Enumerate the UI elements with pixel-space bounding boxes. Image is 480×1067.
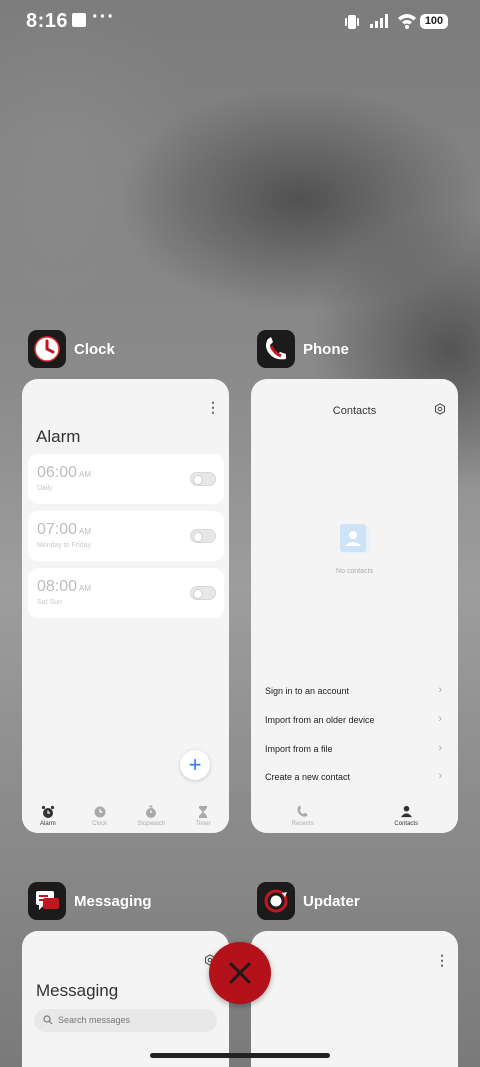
messaging-app-name: Messaging (74, 892, 152, 910)
updater-app-name: Updater (303, 892, 360, 910)
alarm-toggle[interactable] (190, 529, 216, 543)
option-label: Create a new contact (265, 772, 351, 782)
empty-state-text: No contacts (336, 568, 373, 575)
status-time: 8:16 (26, 10, 69, 32)
chevron-right-icon: › (438, 742, 442, 754)
tab-stopwatch[interactable]: Stopwatch (126, 799, 178, 833)
battery-icon: 100 (420, 14, 448, 29)
stopwatch-icon (126, 805, 178, 819)
tab-label: Clock (92, 821, 108, 827)
option-label: Import from a file (265, 744, 333, 754)
home-indicator[interactable] (150, 1053, 330, 1058)
alarm-toggle[interactable] (190, 586, 216, 600)
vibrate-icon (345, 15, 359, 29)
search-icon (43, 1015, 53, 1025)
phone-app-header[interactable]: Phone (257, 330, 349, 368)
clear-all-button[interactable] (209, 942, 271, 1004)
tab-label: Stopwatch (137, 821, 166, 827)
clock-app-header[interactable]: Clock (28, 330, 115, 368)
updater-app-icon (257, 882, 295, 920)
alarm-item[interactable]: 08:00 AM Sat Sun (28, 568, 224, 618)
alarm-time: 07:00 (37, 521, 78, 538)
tab-label: Timer (195, 821, 211, 827)
close-icon (229, 962, 251, 984)
alarm-ampm: AM (79, 470, 92, 479)
alarm-time: 06:00 (37, 464, 78, 481)
updater-app-header[interactable]: Updater (257, 882, 360, 920)
option-label: Sign in to an account (265, 686, 350, 696)
wifi-icon (398, 14, 416, 29)
alarm-item[interactable]: 07:00 AM Monday to Friday (28, 511, 224, 561)
signal-icon (370, 14, 388, 28)
phone-app-icon (257, 330, 295, 368)
alarm-item[interactable]: 06:00 AM Daily (28, 454, 224, 504)
more-options-icon[interactable]: ⋮ (206, 399, 220, 416)
alarm-toggle[interactable] (190, 472, 216, 486)
contact-card-icon (340, 524, 369, 554)
updater-app-card[interactable]: ⋮ (251, 931, 458, 1067)
alarm-repeat: Daily (37, 485, 53, 492)
clock-app-name: Clock (74, 340, 115, 358)
phone-app-name: Phone (303, 340, 349, 358)
search-input[interactable]: Search messages (34, 1009, 217, 1032)
messaging-title: Messaging (36, 981, 119, 1000)
contacts-title: Contacts (332, 405, 377, 417)
alarm-repeat: Sat Sun (37, 599, 62, 606)
messaging-app-header[interactable]: Messaging (28, 882, 152, 920)
clock-tab-bar: Alarm Clock Stopwatch Timer (22, 799, 229, 833)
phone-app-card[interactable]: Contacts No contacts Sign in to an accou… (251, 379, 458, 833)
alarm-time: 08:00 (37, 578, 78, 595)
chevron-right-icon: › (438, 770, 442, 782)
tab-clock[interactable]: Clock (74, 799, 126, 833)
chevron-right-icon: › (438, 713, 442, 725)
status-bar: 8:16 ··· 100 (0, 0, 480, 44)
tab-recents[interactable]: Recents (251, 799, 355, 833)
alarm-title: Alarm (36, 427, 81, 446)
messaging-app-icon (28, 882, 66, 920)
clock-icon (74, 805, 126, 819)
person-icon (355, 805, 459, 819)
search-placeholder: Search messages (58, 1015, 131, 1025)
phone-tab-bar: Recents Contacts (251, 799, 458, 833)
tab-label: Contacts (394, 821, 419, 827)
notification-icon (72, 13, 86, 27)
alarm-icon (22, 805, 74, 819)
clock-app-card[interactable]: ⋮ Alarm 06:00 AM Daily 07:00 AM Monday to … (22, 379, 229, 833)
messaging-app-card[interactable]: Messaging Search messages (22, 931, 229, 1067)
add-alarm-button[interactable]: + (180, 750, 210, 780)
clock-app-icon (28, 330, 66, 368)
more-options-icon[interactable]: ⋮ (435, 952, 449, 969)
tab-contacts[interactable]: Contacts (355, 799, 459, 833)
chevron-right-icon: › (438, 684, 442, 696)
more-notifications-icon: ··· (92, 6, 115, 28)
tab-label: Recents (291, 821, 314, 827)
phone-icon (251, 805, 355, 819)
alarm-repeat: Monday to Friday (37, 542, 92, 549)
alarm-ampm: AM (79, 584, 92, 593)
tab-label: Alarm (40, 821, 56, 827)
tab-alarm[interactable]: Alarm (22, 799, 74, 833)
tab-timer[interactable]: Timer (177, 799, 229, 833)
option-label: Import from an older device (265, 715, 375, 725)
alarm-ampm: AM (79, 527, 92, 536)
timer-icon (177, 805, 229, 819)
settings-gear-icon[interactable] (434, 403, 446, 415)
